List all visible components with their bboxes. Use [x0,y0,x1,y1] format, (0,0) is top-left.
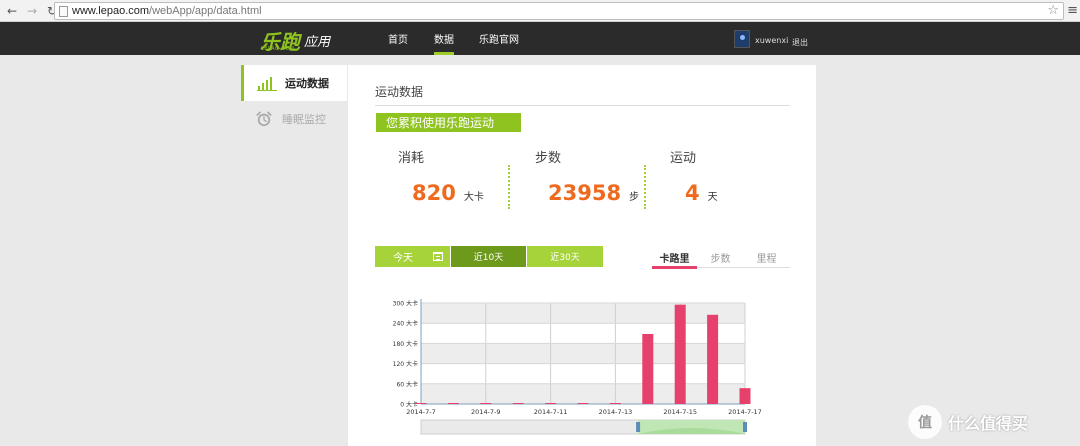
y-tick-label: 60 大卡 [396,380,418,388]
logout-link[interactable]: 退出 [792,37,808,48]
sidebar-item-label: 睡眠监控 [282,113,326,126]
page-title: 运动数据 [375,85,424,99]
x-tick-label: 2014-7-17 [728,408,762,416]
stat-calories: 消耗 820 大卡 [398,147,484,217]
bar-2014-7-8 [447,403,459,404]
sidebar-item-exercise-data[interactable]: 运动数据 [241,65,347,101]
bar-2014-7-12 [577,403,589,404]
bar-2014-7-15 [674,304,686,404]
bar-2014-7-13 [609,403,621,404]
x-tick-label: 2014-7-9 [471,408,501,416]
stat-value: 4 [685,181,700,205]
main-panel: 运动数据 您累积使用乐跑运动 消耗 820 大卡 步数 23958 步 运动 4… [348,65,816,446]
tab-last-10-days[interactable]: 近10天 [451,246,526,267]
usage-banner: 您累积使用乐跑运动 [376,113,521,132]
address-bar[interactable]: www.lepao.com /webApp/app/data.html ☆ [54,2,1064,20]
title-divider [375,105,790,106]
stat-value-row: 820 大卡 [412,181,484,205]
plot-band [421,363,745,384]
nav-data[interactable]: 数据 [434,22,454,55]
y-tick-label: 240 大卡 [393,320,418,328]
logo-sub: LEPAO.COM [261,46,295,52]
plot-band [421,303,745,324]
y-tick-label: 300 大卡 [393,300,418,308]
y-tick-label: 120 大卡 [393,360,418,368]
stat-label: 运动 [670,151,697,166]
star-icon[interactable]: ☆ [1047,3,1059,18]
navigator-handle-left[interactable] [636,422,641,432]
forward-arrow-icon[interactable]: → [24,3,40,19]
lepao-logo[interactable]: 乐跑 应用 LEPAO.COM [260,26,330,52]
bar-2014-7-16 [707,314,719,404]
stat-label: 步数 [535,151,562,166]
bar-2014-7-11 [545,403,557,404]
back-arrow-icon[interactable]: ← [4,3,20,19]
logo-app: 应用 [304,35,331,50]
tab-last-30-days[interactable]: 近30天 [527,246,603,267]
sidebar-item-sleep-monitor[interactable]: 睡眠监控 [241,101,347,137]
bar-2014-7-7 [415,403,427,404]
sidebar-item-label: 运动数据 [285,77,329,90]
stat-value: 23958 [548,181,622,205]
x-tick-label: 2014-7-15 [663,408,697,416]
watermark: 值 什么值得买 [908,405,1028,439]
bar-chart-icon [257,77,277,91]
stat-divider [644,165,646,209]
stat-unit: 大卡 [463,192,484,203]
watermark-badge: 值 [908,405,942,439]
stat-value: 820 [412,181,456,205]
bar-2014-7-14 [642,333,654,404]
navigator-handle-right[interactable] [743,422,747,432]
tab-distance[interactable]: 里程 [744,246,789,268]
calendar-icon[interactable] [433,252,443,261]
plot-band [421,323,745,344]
nav-home[interactable]: 首页 [388,22,408,55]
browser-toolbar: ← → ↻ www.lepao.com /webApp/app/data.htm… [0,0,1080,22]
stat-active-days: 运动 4 天 [670,147,718,217]
page-icon [59,5,68,17]
y-tick-label: 180 大卡 [393,340,418,348]
watermark-text: 什么值得买 [948,414,1029,433]
stat-steps: 步数 23958 步 [535,147,639,217]
stat-unit: 步 [629,192,640,203]
alarm-clock-icon [256,111,272,127]
x-tick-label: 2014-7-7 [406,408,436,416]
stat-value-row: 4 天 [685,181,718,205]
bar-2014-7-17 [739,388,751,404]
stat-label: 消耗 [398,151,425,166]
url-path: /webApp/app/data.html [149,5,262,17]
x-tick-label: 2014-7-13 [599,408,633,416]
nav-official-site[interactable]: 乐跑官网 [479,22,519,55]
top-navigation: 乐跑 应用 LEPAO.COM 首页 数据 乐跑官网 [0,22,1080,55]
sidebar: 运动数据 睡眠监控 [241,65,347,145]
bar-2014-7-10 [512,403,524,404]
avatar[interactable] [734,30,750,48]
tab-steps[interactable]: 步数 [698,246,743,268]
user-name[interactable]: xuwenxi [755,36,788,45]
calorie-bar-chart: 0 大卡60 大卡120 大卡180 大卡240 大卡300 大卡2014-7-… [393,299,762,435]
menu-icon[interactable]: ≡ [1067,3,1078,18]
stat-value-row: 23958 步 [548,181,639,205]
plot-band [421,343,745,364]
tab-calories[interactable]: 卡路里 [652,246,697,269]
url-host: www.lepao.com [72,5,150,17]
stat-unit: 天 [707,192,718,203]
x-tick-label: 2014-7-11 [534,408,568,416]
tab-today[interactable]: 今天 [375,246,450,267]
bar-2014-7-9 [480,403,492,404]
stat-divider [508,165,510,209]
tab-label: 今天 [393,253,413,264]
plot-band [421,383,745,404]
